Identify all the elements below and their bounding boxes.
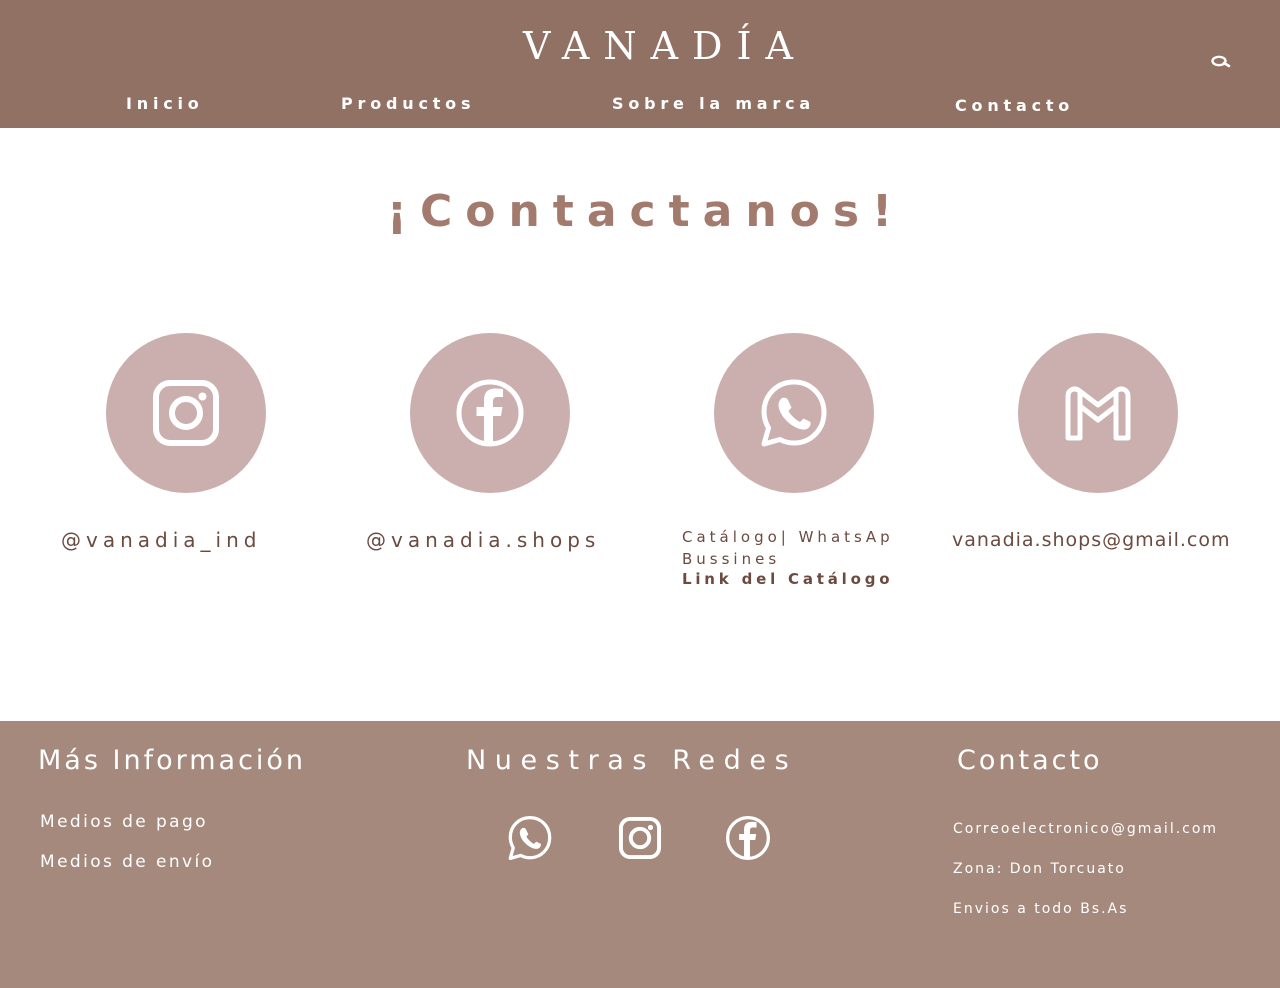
facebook-icon: [725, 815, 771, 861]
facebook-handle[interactable]: @vanadia.shops: [366, 528, 600, 552]
whatsapp-button[interactable]: [714, 333, 874, 493]
brand-logo[interactable]: VANADÍA: [0, 24, 1280, 68]
facebook-icon: [456, 379, 524, 447]
footer-link-medios-pago[interactable]: Medios de pago: [40, 812, 208, 832]
search-icon[interactable]: [1207, 51, 1233, 71]
footer-whatsapp-link[interactable]: [507, 815, 553, 861]
facebook-button[interactable]: [410, 333, 570, 493]
instagram-button[interactable]: [106, 333, 266, 493]
whatsapp-icon: [508, 815, 552, 861]
footer-social-heading: Nuestras Redes: [466, 745, 798, 776]
footer-info-heading: Más Información: [38, 745, 307, 776]
gmail-icon: [1065, 386, 1131, 441]
footer-contact-heading: Contacto: [957, 745, 1103, 776]
nav-productos[interactable]: Productos: [341, 94, 475, 113]
whatsapp-icon: [761, 379, 827, 447]
whatsapp-line-1: Catálogo| WhatsAp: [682, 528, 894, 546]
instagram-icon: [618, 816, 662, 860]
footer-facebook-link[interactable]: [725, 815, 771, 861]
whatsapp-catalog-text: Catálogo| WhatsAp Bussines: [682, 526, 894, 570]
site-header: VANADÍA Inicio Productos Sobre la marca …: [0, 0, 1280, 128]
footer-contact-zona: Zona: Don Torcuato: [953, 861, 1126, 877]
instagram-handle[interactable]: @vanadia_ind: [61, 528, 261, 552]
whatsapp-line-2: Bussines: [682, 550, 781, 568]
instagram-icon: [153, 380, 219, 446]
footer-link-medios-envio[interactable]: Medios de envío: [40, 852, 214, 872]
footer-instagram-link[interactable]: [617, 815, 663, 861]
page-title: ¡Contactanos!: [386, 186, 906, 237]
email-address[interactable]: vanadia.shops@gmail.com: [952, 529, 1231, 551]
nav-inicio[interactable]: Inicio: [126, 94, 204, 113]
footer-contact-email[interactable]: Correoelectronico@gmail.com: [953, 821, 1218, 837]
nav-contacto[interactable]: Contacto: [955, 96, 1074, 115]
catalog-link[interactable]: Link del Catálogo: [682, 570, 893, 588]
gmail-button[interactable]: [1018, 333, 1178, 493]
nav-sobre-la-marca[interactable]: Sobre la marca: [612, 94, 815, 113]
footer-contact-envios: Envios a todo Bs.As: [953, 901, 1129, 917]
